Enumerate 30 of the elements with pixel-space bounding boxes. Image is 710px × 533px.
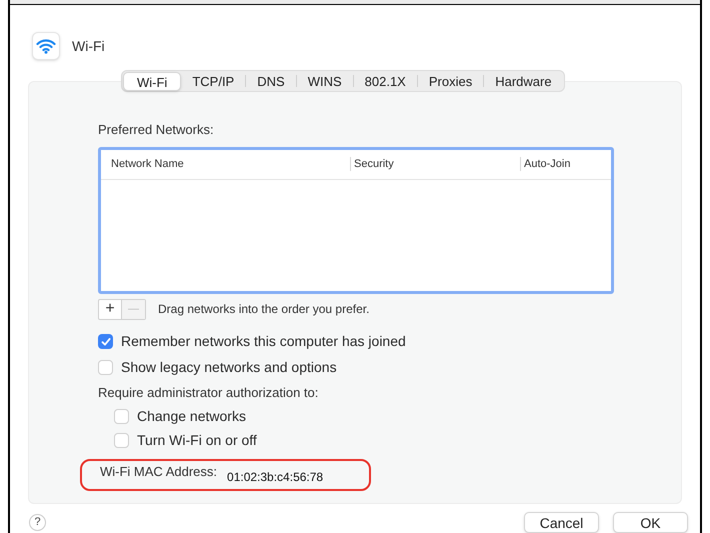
column-header[interactable]: Auto-Join (523, 156, 570, 172)
help-button[interactable]: ? (29, 514, 46, 531)
checkmark-icon (100, 336, 110, 346)
checkbox-label: Show legacy networks and options (121, 358, 337, 377)
tab[interactable]: Proxies (418, 72, 484, 90)
checkbox[interactable] (114, 433, 129, 448)
tab[interactable]: DNS (246, 72, 296, 90)
section-label: Require administrator authorization to: (98, 384, 320, 402)
checkbox-label: Turn Wi-Fi on or off (137, 431, 257, 450)
tab[interactable]: TCP/IP (181, 72, 246, 90)
mac-value: 01:02:3b:c4:56:78 (227, 469, 324, 486)
wifi-app-icon (32, 32, 60, 60)
column-header[interactable]: Security (353, 156, 394, 172)
column-header[interactable]: Network Name (101, 156, 184, 172)
window-title: Wi-Fi (72, 36, 105, 56)
checkbox[interactable] (98, 334, 113, 349)
checkbox[interactable] (114, 409, 129, 424)
mac-label: Wi-Fi MAC Address: (100, 463, 218, 482)
checkbox-label: Remember networks this computer has joined (121, 332, 406, 351)
tab[interactable]: Wi-Fi (123, 72, 182, 90)
checkbox[interactable] (98, 360, 113, 375)
section-label: Preferred Networks: (98, 121, 215, 139)
networks-table[interactable]: Network Name Security Auto-Join (98, 146, 614, 294)
checkbox-label: Change networks (137, 407, 246, 426)
tab[interactable]: 802.1X (354, 72, 417, 90)
dialog-button[interactable]: OK (613, 512, 688, 533)
hint-text: Drag networks into the order you prefer. (158, 301, 370, 318)
dialog-button[interactable]: Cancel (524, 512, 599, 533)
tab[interactable]: WINS (296, 72, 353, 90)
tab[interactable]: Hardware (484, 72, 563, 90)
